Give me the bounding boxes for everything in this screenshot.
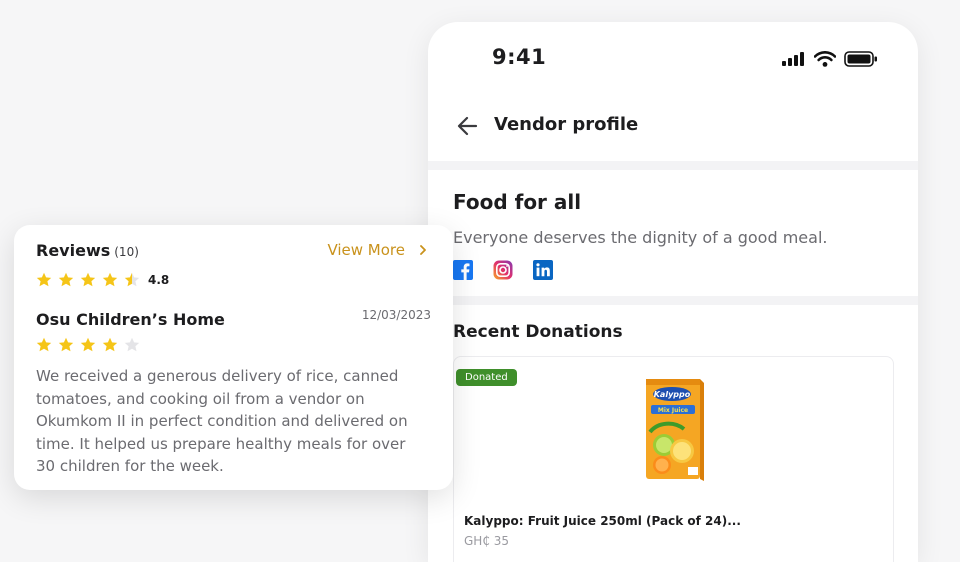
- status-time: 9:41: [492, 45, 547, 69]
- star-half-icon: [124, 272, 140, 287]
- star-empty-icon: [124, 337, 140, 352]
- social-links: [453, 260, 553, 280]
- star-filled-icon: [36, 337, 52, 352]
- page-title: Vendor profile: [494, 114, 639, 135]
- donated-badge: Donated: [456, 369, 517, 386]
- product-name: Kalyppo: Fruit Juice 250ml (Pack of 24).…: [464, 514, 741, 528]
- status-bar: 9:41: [428, 22, 918, 92]
- reviewer-name: Osu Children’s Home: [36, 310, 225, 329]
- star-filled-icon: [80, 272, 96, 287]
- view-more-label: View More: [327, 241, 405, 259]
- star-filled-icon: [36, 272, 52, 287]
- section-divider: [428, 296, 918, 305]
- recent-donations-title: Recent Donations: [453, 322, 623, 342]
- review-text: We received a generous delivery of rice,…: [36, 367, 408, 475]
- linkedin-icon[interactable]: [533, 260, 553, 280]
- star-filled-icon: [80, 337, 96, 352]
- chevron-right-icon: [420, 245, 426, 255]
- facebook-icon[interactable]: [453, 260, 473, 280]
- star-filled-icon: [58, 337, 74, 352]
- review-rating-stars: [36, 337, 140, 353]
- section-divider: [428, 161, 918, 170]
- signal-icon: [782, 52, 804, 66]
- vendor-name: Food for all: [453, 190, 582, 214]
- phone-screen: 9:41 Vendor profile Food for all Everyon…: [428, 22, 918, 562]
- arrow-left-icon[interactable]: [454, 112, 482, 140]
- product-price: GH₵ 35: [464, 534, 510, 548]
- reviews-heading: Reviews (10): [36, 241, 139, 260]
- reviews-count: (10): [114, 245, 139, 259]
- status-icons: [782, 51, 878, 67]
- wifi-icon: [814, 51, 836, 67]
- view-more-link[interactable]: View More: [327, 241, 427, 259]
- overall-rating-stars: [36, 272, 140, 288]
- review-date: 12/03/2023: [361, 308, 431, 322]
- vendor-tagline: Everyone deserves the dignity of a good …: [453, 228, 828, 247]
- reviews-card: Reviews (10) View More 4.8 Osu Children’s…: [14, 225, 453, 490]
- battery-icon: [844, 51, 877, 67]
- instagram-icon[interactable]: [493, 260, 513, 280]
- star-filled-icon: [58, 272, 74, 287]
- juice-box-image: Kalyppo Mix Juice: [646, 379, 704, 481]
- star-filled-icon: [102, 337, 118, 352]
- app-header: Vendor profile: [428, 100, 918, 160]
- overall-rating: 4.8: [36, 272, 169, 288]
- star-filled-icon: [102, 272, 118, 287]
- svg-text:Mix Juice: Mix Juice: [658, 407, 688, 414]
- svg-text:Kalyppo: Kalyppo: [654, 390, 691, 399]
- rating-value: 4.8: [148, 273, 170, 287]
- donation-card[interactable]: Donated Kalyppo Mix Juice Kalyppo: Fruit…: [453, 356, 894, 562]
- reviews-title: Reviews: [36, 241, 111, 260]
